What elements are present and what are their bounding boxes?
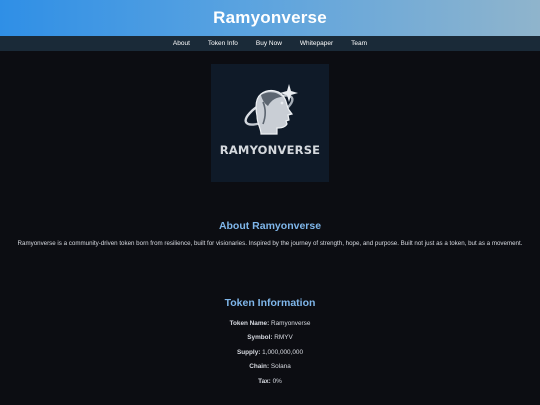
logo-section: RAMYONVERSE: [0, 64, 540, 182]
token-row-symbol: Symbol: RMYV: [0, 331, 540, 346]
token-row-label: Tax:: [258, 377, 271, 385]
about-section: About Ramyonverse Ramyonverse is a commu…: [0, 220, 540, 249]
token-row-name: Token Name: Ramyonverse: [0, 317, 540, 332]
token-row-value: 0%: [272, 377, 282, 385]
site-header: Ramyonverse: [0, 0, 540, 36]
token-row-chain: Chain: Solana: [0, 360, 540, 375]
token-row-value: RMYV: [274, 334, 293, 341]
token-row-label: Token Name:: [229, 319, 270, 327]
token-row-value: 1,000,000,000: [262, 348, 304, 356]
about-description: Ramyonverse is a community-driven token …: [17, 240, 523, 247]
token-row-label: Supply:: [236, 348, 261, 356]
nav-link-buy-now[interactable]: Buy Now: [247, 36, 291, 51]
token-info-list: Token Name: Ramyonverse Symbol: RMYV Sup…: [0, 317, 540, 390]
token-info-section: Token Information Token Name: Ramyonvers…: [0, 297, 540, 390]
token-row-label: Chain:: [249, 363, 270, 370]
astronaut-head-icon: [244, 84, 298, 135]
token-row-value: Ramyonverse: [271, 319, 311, 327]
site-title: Ramyonverse: [213, 8, 327, 27]
logo-image: RAMYONVERSE: [211, 64, 329, 182]
page: Ramyonverse About Token Info Buy Now Whi…: [0, 0, 540, 405]
logo-wordmark: RAMYONVERSE: [219, 143, 321, 157]
token-row-supply: Supply: 1,000,000,000: [0, 346, 540, 361]
nav-link-team[interactable]: Team: [342, 36, 376, 51]
nav-link-token-info[interactable]: Token Info: [199, 36, 247, 51]
token-row-label: Symbol:: [247, 334, 273, 341]
nav-link-about[interactable]: About: [164, 36, 199, 51]
about-heading: About Ramyonverse: [218, 220, 322, 232]
token-row-tax: Tax: 0%: [0, 375, 540, 390]
token-info-heading: Token Information: [224, 296, 316, 309]
main-nav: About Token Info Buy Now Whitepaper Team: [0, 36, 540, 51]
nav-link-whitepaper[interactable]: Whitepaper: [291, 36, 342, 51]
token-row-value: Solana: [270, 363, 291, 370]
